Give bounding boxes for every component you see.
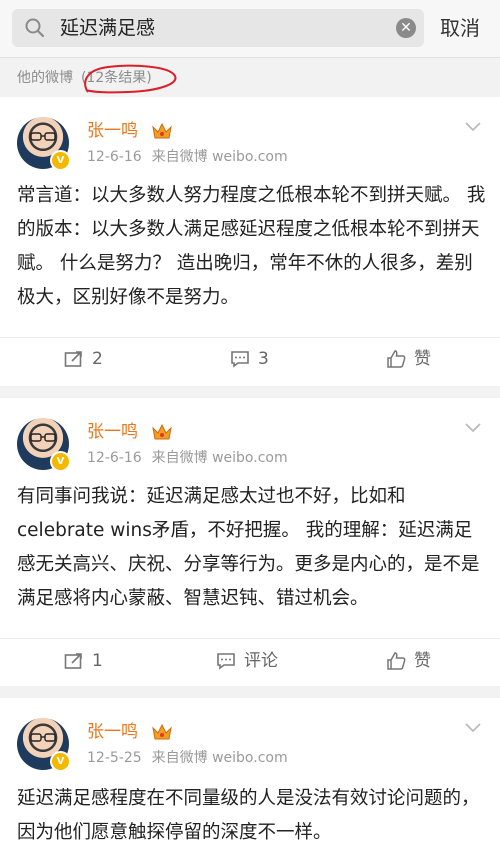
member-crown-icon[interactable] [152,423,172,441]
thumbs-up-icon [387,652,406,670]
author-name[interactable]: 张一鸣 [87,421,138,443]
glasses-icon [30,433,56,442]
repost-count: 1 [92,651,103,671]
comment-button[interactable]: 评论 [216,650,278,672]
divider [0,337,500,338]
post-meta: 12-6-16 来自微博 weibo.com [87,449,288,467]
repost-icon [64,653,82,669]
post-source: 来自微博 weibo.com [151,750,288,766]
comment-count: 3 [258,349,269,369]
divider [0,638,500,639]
author-name[interactable]: 张一鸣 [87,120,138,142]
result-count: (12条结果) [81,70,152,86]
result-section-title: 他的微博 [17,70,73,86]
repost-button[interactable]: 2 [64,348,103,370]
post-text: 有同事问我说：延迟满足感太过也不好，比如和celebrate wins矛盾，不好… [17,486,480,609]
author-name[interactable]: 张一鸣 [87,721,138,743]
glasses-icon [30,733,56,742]
verified-badge-icon: V [50,751,71,772]
post-date: 12-6-16 [87,450,142,466]
like-label: 赞 [414,349,431,369]
repost-icon [64,351,82,367]
repost-button[interactable]: 1 [64,650,103,672]
post-source: 来自微博 weibo.com [151,450,288,466]
member-crown-icon[interactable] [152,122,172,140]
search-input[interactable]: 延迟满足感 ✕ [12,9,424,47]
chevron-down-icon[interactable] [464,722,482,734]
thumbs-up-icon [387,350,406,368]
avatar[interactable]: V [17,117,71,171]
result-header: 他的微博 (12条结果) [0,58,500,96]
comment-button[interactable]: 3 [230,348,269,370]
result-label: 他的微博 (12条结果) [17,67,152,87]
chevron-down-icon[interactable] [464,422,482,434]
comment-icon [217,653,235,670]
search-query: 延迟满足感 [60,17,156,39]
post-date: 12-6-16 [87,149,142,165]
glasses-icon [30,132,56,141]
avatar[interactable]: V [17,718,71,772]
post-text: 常言道：以大多数人努力程度之低根本轮不到拼天赋。 我的版本：以大多数人满足感延迟… [17,185,486,308]
comment-label: 评论 [244,651,278,671]
post-card[interactable]: V 张一鸣 12-5-25 来自微博 weibo.com 延迟满足感程度在不同量级… [0,698,500,858]
chevron-down-icon[interactable] [464,121,482,133]
member-crown-icon[interactable] [152,723,172,741]
clear-icon[interactable]: ✕ [396,18,416,38]
verified-badge-icon: V [50,150,71,171]
like-button[interactable]: 赞 [386,650,431,672]
search-bar: 延迟满足感 ✕ 取消 [0,0,500,58]
cancel-button[interactable]: 取消 [440,14,480,42]
search-icon [25,18,45,38]
verified-badge-icon: V [50,451,71,472]
post-card[interactable]: V 张一鸣 12-6-16 来自微博 weibo.com 有同事问我说：延迟满足感… [0,398,500,686]
post-date: 12-5-25 [87,750,142,766]
post-card[interactable]: V 张一鸣 12-6-16 来自微博 weibo.com 常言道：以大多数人努力程… [0,97,500,386]
post-meta: 12-6-16 来自微博 weibo.com [87,148,288,166]
repost-count: 2 [92,349,103,369]
post-meta: 12-5-25 来自微博 weibo.com [87,749,288,767]
comment-icon [231,351,249,368]
avatar[interactable]: V [17,418,71,472]
like-button[interactable]: 赞 [386,348,431,370]
like-label: 赞 [414,651,431,671]
post-source: 来自微博 weibo.com [151,149,288,165]
post-text: 延迟满足感程度在不同量级的人是没法有效讨论问题的，因为他们愿意触探停留的深度不一… [17,788,480,843]
